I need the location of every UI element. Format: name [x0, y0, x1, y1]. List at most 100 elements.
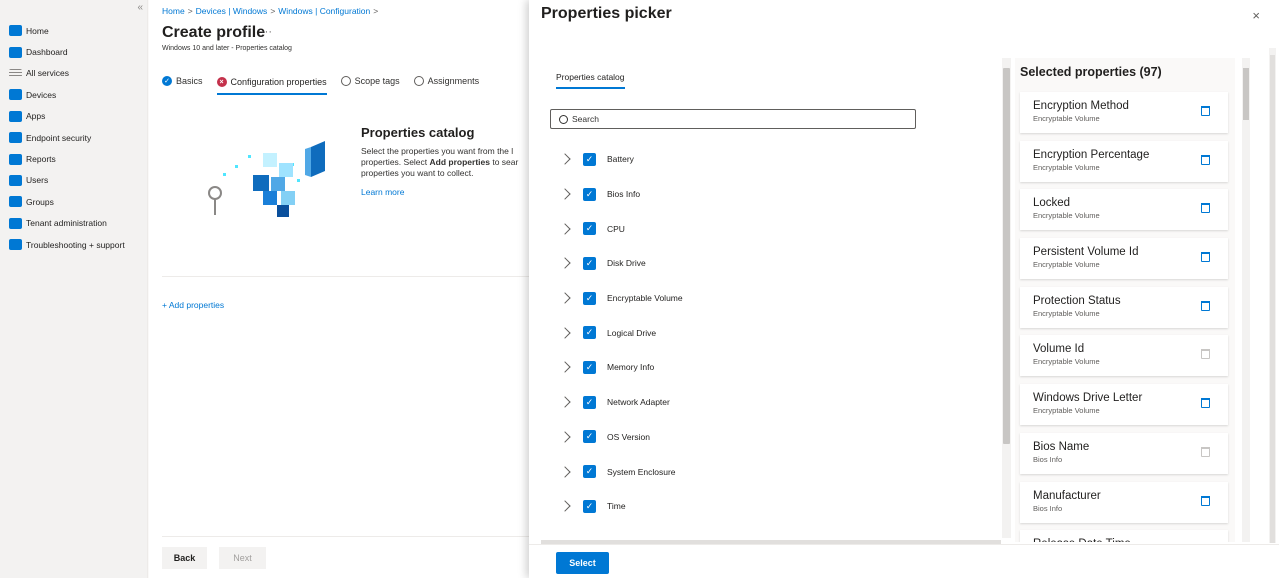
property-category: Encryptable Volume: [1033, 260, 1100, 270]
chevron-right-icon[interactable]: [559, 431, 571, 443]
tools-icon: [9, 239, 22, 251]
properties-catalog-illustration: [208, 141, 325, 217]
sidebar-item-reports[interactable]: Reports: [0, 148, 148, 169]
sidebar-item-dashboard[interactable]: Dashboard: [0, 41, 148, 62]
sidebar-item-all-services[interactable]: All services: [0, 63, 148, 84]
chevron-right-icon[interactable]: [559, 327, 571, 339]
category-checkbox[interactable]: ✓: [583, 326, 596, 340]
property-name: Persistent Volume Id: [1033, 246, 1139, 259]
property-name: Release Date Time: [1033, 538, 1228, 542]
add-properties-link[interactable]: + Add properties: [162, 300, 224, 310]
category-row: ✓ System Enclosure: [541, 454, 961, 489]
wizard-steps: ✓ Basics × Configuration properties Scop…: [162, 73, 479, 95]
category-checkbox[interactable]: ✓: [583, 430, 596, 444]
category-label: OS Version: [607, 431, 650, 442]
chevron-right-icon[interactable]: [559, 500, 571, 512]
chevron-right-icon[interactable]: [559, 361, 571, 374]
sidebar-item-endpoint-security[interactable]: Endpoint security: [0, 127, 148, 148]
breadcrumb-windows-configuration[interactable]: Windows | Configuration: [278, 6, 370, 16]
back-button[interactable]: Back: [162, 547, 207, 569]
catalog-desc-bold: Add properties: [429, 157, 490, 167]
category-label: Logical Drive: [607, 327, 657, 338]
trash-icon[interactable]: [1201, 398, 1210, 409]
trash-icon[interactable]: [1201, 106, 1210, 116]
breadcrumb-devices-windows[interactable]: Devices | Windows: [196, 6, 268, 16]
error-circle-icon: ×: [216, 77, 227, 87]
groups-icon: [9, 196, 22, 208]
chevron-right-icon[interactable]: [559, 465, 571, 478]
tenant-icon: [9, 217, 22, 229]
catalog-description: Select the properties you want from the …: [361, 146, 531, 179]
search-input[interactable]: Search: [550, 109, 916, 129]
category-checkbox[interactable]: ✓: [583, 395, 596, 409]
category-checkbox[interactable]: ✓: [583, 187, 596, 201]
catalog-scrollbar-thumb[interactable]: [1003, 68, 1010, 444]
chevron-right-icon[interactable]: [559, 257, 571, 270]
select-button[interactable]: Select: [556, 552, 609, 574]
trash-icon[interactable]: [1201, 300, 1210, 311]
category-label: Network Adapter: [607, 397, 670, 408]
chevron-right-icon[interactable]: [559, 153, 571, 166]
property-category: Encryptable Volume: [1033, 211, 1100, 221]
category-checkbox[interactable]: ✓: [583, 360, 596, 374]
sidebar-item-home[interactable]: Home: [0, 20, 148, 41]
empty-circle-icon: [413, 76, 424, 86]
category-checkbox[interactable]: ✓: [583, 152, 596, 166]
step-basics[interactable]: ✓ Basics: [162, 73, 203, 89]
sidebar-item-apps[interactable]: Apps: [0, 106, 148, 127]
devices-icon: [9, 89, 22, 101]
chevron-right-icon[interactable]: [559, 223, 571, 235]
property-name: Encryption Method: [1033, 100, 1129, 112]
chevron-right-icon[interactable]: [559, 292, 571, 304]
selected-scrollbar[interactable]: [1242, 58, 1250, 542]
next-button[interactable]: Next: [219, 547, 266, 569]
category-checkbox[interactable]: ✓: [583, 499, 596, 513]
sidebar-item-users[interactable]: Users: [0, 170, 148, 191]
selected-property-card: Bios Name Bios Info: [1020, 432, 1228, 474]
trash-icon[interactable]: [1201, 203, 1210, 214]
category-row: ✓ Encryptable Volume: [541, 281, 961, 316]
more-options-icon[interactable]: ···: [261, 26, 272, 38]
breadcrumb-home[interactable]: Home: [162, 6, 185, 16]
sidebar-item-devices[interactable]: Devices: [0, 84, 148, 105]
user-icon: [9, 174, 22, 186]
panel-scrollbar-thumb[interactable]: [1270, 55, 1275, 543]
tab-properties-catalog[interactable]: Properties catalog: [556, 72, 625, 89]
step-scope-tags[interactable]: Scope tags: [340, 73, 400, 89]
category-checkbox[interactable]: ✓: [583, 465, 596, 479]
selected-property-card: Encryption Method Encryptable Volume: [1020, 92, 1228, 133]
sidebar-item-label: All services: [26, 68, 69, 79]
category-checkbox[interactable]: ✓: [583, 222, 596, 236]
chevron-right-icon[interactable]: [559, 188, 571, 200]
category-label: CPU: [607, 223, 625, 234]
step-configuration-properties[interactable]: × Configuration properties: [216, 73, 327, 95]
selected-properties-list: Encryption Method Encryptable Volume Encry…: [1020, 92, 1228, 542]
breadcrumb-separator: >: [373, 6, 379, 16]
sidebar-item-groups[interactable]: Groups: [0, 191, 148, 212]
sidebar-item-label: Dashboard: [26, 47, 68, 58]
category-checkbox[interactable]: ✓: [583, 256, 596, 270]
list-icon: [9, 69, 22, 78]
selected-scrollbar-thumb[interactable]: [1243, 68, 1249, 120]
breadcrumb: Home > Devices | Windows > Windows | Configu…: [162, 6, 381, 16]
close-icon[interactable]: ×: [1252, 8, 1260, 23]
property-category: Encryptable Volume: [1033, 308, 1100, 318]
learn-more-link[interactable]: Learn more: [361, 187, 404, 197]
panel-footer-divider: [529, 544, 1279, 545]
trash-icon[interactable]: [1201, 495, 1210, 506]
category-label: Memory Info: [607, 362, 655, 373]
apps-icon: [9, 110, 22, 122]
sidebar-item-label: Apps: [26, 111, 46, 122]
trash-icon[interactable]: [1201, 154, 1210, 165]
catalog-desc-line: properties you want to collect.: [361, 168, 474, 178]
chevron-right-icon[interactable]: [559, 396, 571, 408]
collapse-sidebar-icon[interactable]: «: [137, 2, 143, 13]
category-checkbox[interactable]: ✓: [583, 291, 596, 305]
step-assignments[interactable]: Assignments: [413, 73, 479, 89]
sidebar-item-tenant-administration[interactable]: Tenant administration: [0, 213, 148, 234]
category-label: System Enclosure: [607, 466, 676, 477]
trash-icon[interactable]: [1201, 252, 1210, 263]
sidebar-item-troubleshooting-support[interactable]: Troubleshooting + support: [0, 234, 148, 255]
catalog-desc-line: to sear: [489, 157, 519, 167]
category-list: ✓ Battery ✓ Bios Info ✓ CPU ✓ Disk Drive ✓ Encryp…: [541, 142, 961, 524]
